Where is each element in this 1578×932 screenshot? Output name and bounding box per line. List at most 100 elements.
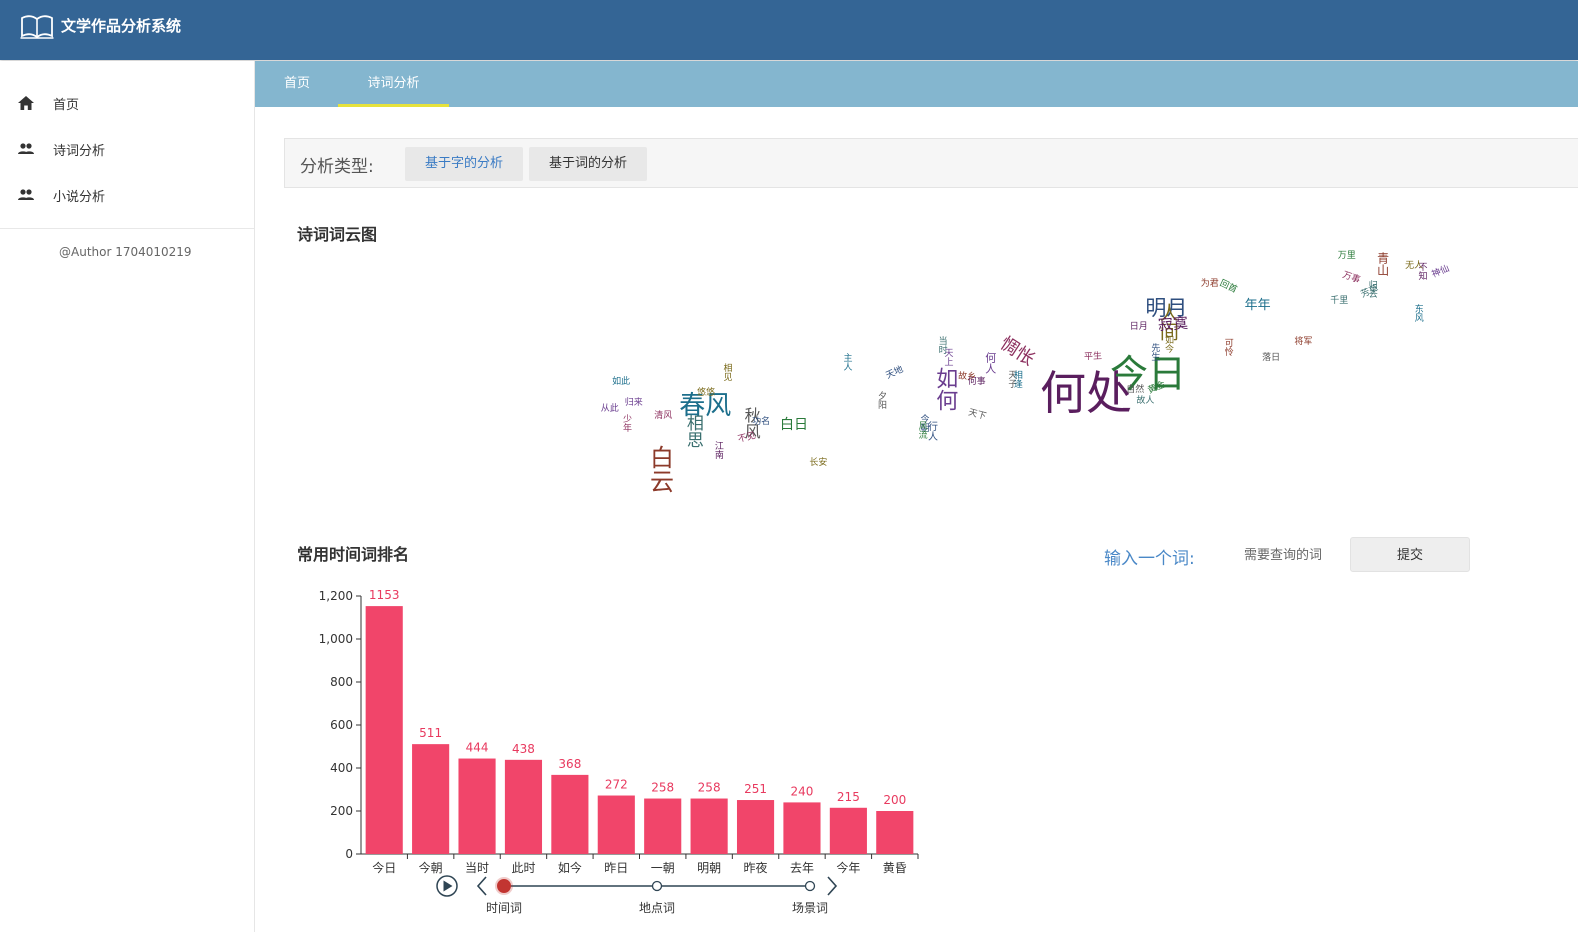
bar-value-label: 200 — [883, 793, 906, 807]
wordcloud-word: 日月 — [1129, 321, 1148, 332]
top-bar: 文学作品分析系统 — [0, 0, 1578, 60]
wordcloud-word: 白云 — [645, 445, 674, 494]
x-tick-label: 昨日 — [604, 861, 628, 875]
bar — [736, 800, 775, 854]
bar — [690, 798, 728, 854]
wordcloud-word: 功名 — [752, 417, 771, 428]
wordcloud-word: 故人 — [1136, 395, 1155, 406]
analysis-type-label: 分析类型: — [300, 157, 374, 177]
chart-title: 常用时间词排名 — [297, 545, 410, 564]
y-tick-label: 0 — [345, 847, 353, 861]
tab-bar: 首页 诗词分析 — [255, 61, 1578, 107]
wordcloud-word: 白日 — [780, 416, 809, 433]
wordcloud-word: 落日 — [1262, 352, 1281, 363]
wordcloud-word: 不见 — [737, 430, 757, 445]
wordcloud-word: 自然 — [1126, 384, 1145, 395]
bar — [551, 774, 589, 854]
bar — [597, 795, 635, 854]
x-tick-label: 黄昏 — [883, 861, 907, 875]
wordcloud-word: 将军 — [1294, 336, 1313, 347]
wordcloud-word: 天下 — [967, 407, 988, 423]
wordcloud-word: 年年 — [1244, 298, 1271, 314]
y-tick-label: 600 — [330, 718, 353, 732]
y-tick-label: 800 — [330, 675, 353, 689]
bar — [365, 606, 403, 854]
query-label: 输入一个词: — [1104, 549, 1195, 569]
sidebar-item-label: 诗词分析 — [53, 144, 106, 159]
word-analysis-button[interactable]: 基于词的分析 — [529, 147, 647, 181]
x-tick-label: 昨夜 — [744, 860, 768, 875]
wordcloud-word: 无人 — [1405, 260, 1424, 271]
char-analysis-button[interactable]: 基于字的分析 — [405, 147, 523, 181]
prev-icon[interactable] — [476, 876, 487, 896]
sidebar-item-home[interactable]: 首页 — [0, 83, 254, 123]
timeline-label: 时间词 — [486, 901, 522, 915]
users-icon — [18, 189, 34, 200]
bar-value-label: 272 — [605, 778, 628, 792]
sidebar-divider — [0, 228, 254, 229]
wordcloud-word: 天地 — [884, 364, 905, 382]
sidebar-item-poetry[interactable]: 诗词分析 — [0, 129, 254, 169]
wordcloud-word: 相逢 — [1011, 369, 1022, 388]
timeline-point[interactable] — [804, 880, 816, 892]
wordcloud-word: 青山 — [1375, 252, 1390, 276]
home-icon — [18, 96, 34, 110]
wordcloud-word: 长安 — [809, 458, 828, 469]
wordcloud-word: 从此 — [600, 403, 619, 414]
query-input[interactable] — [1234, 540, 1360, 570]
author-credit: @Author 1704010219 — [59, 245, 192, 259]
wordcloud-word: 天上 — [942, 347, 953, 366]
bar — [458, 758, 496, 854]
timeline-label: 地点词 — [639, 901, 675, 915]
bar-value-label: 1153 — [369, 588, 400, 602]
wordcloud-word: 万事 — [1340, 270, 1362, 287]
wordcloud-word: 东风 — [1412, 304, 1423, 323]
x-tick-label: 如今 — [558, 860, 582, 875]
wordcloud-word: 如此 — [612, 376, 631, 387]
word-cloud: 何处 今日 春风 白云 如何 明月 人间 惆怅 相思 秋风 寂寞 白日 年年 青山 何人 行人 悠悠 少年 故人 天子… — [540, 250, 1480, 500]
tab-home[interactable]: 首页 — [269, 61, 325, 107]
bar — [876, 811, 914, 854]
wordcloud-word: 何人 — [983, 352, 997, 375]
users-icon — [18, 143, 34, 154]
x-tick-label: 今朝 — [419, 860, 443, 875]
next-icon[interactable] — [827, 876, 838, 896]
wordcloud-word: 江南 — [712, 441, 723, 460]
sidebar: 首页 诗词分析 小说分析 @Author 1704010219 — [0, 61, 255, 932]
wordcloud-word: 主人 — [841, 353, 852, 372]
x-tick-label: 明朝 — [697, 861, 721, 875]
bar-value-label: 368 — [558, 757, 581, 771]
wordcloud-word: 可怜 — [1222, 337, 1233, 356]
wordcloud-word: 少年 — [620, 413, 631, 432]
wordcloud-word: 寂寞 — [1157, 313, 1189, 334]
wordcloud-word: 为君 — [1200, 278, 1219, 289]
book-icon — [20, 15, 54, 39]
wordcloud-word: 惆怅 — [996, 332, 1039, 371]
x-tick-label: 此时 — [511, 861, 535, 875]
sidebar-item-novel[interactable]: 小说分析 — [0, 175, 254, 215]
time-word-bar-chart: 0 200 400 600 800 1,000 1,200 1153 今日 511 今朝 444 当时 4… — [319, 588, 919, 915]
timeline-point[interactable] — [651, 880, 663, 892]
wordcloud-word: 夕阳 — [875, 391, 886, 410]
wordcloud-word: 风流 — [916, 421, 927, 440]
wordcloud-word: 相见 — [721, 362, 732, 381]
wordcloud-word: 故乡 — [957, 371, 977, 383]
tab-poetry-analysis[interactable]: 诗词分析 — [338, 61, 449, 107]
y-tick-label: 200 — [330, 804, 353, 818]
submit-button[interactable]: 提交 — [1350, 537, 1470, 572]
wordcloud-word: 万里 — [1337, 251, 1356, 261]
bar — [783, 802, 821, 854]
timeline-point[interactable] — [497, 879, 511, 893]
y-tick-label: 400 — [330, 761, 353, 775]
wordcloud-word: 芳草 — [1359, 283, 1380, 300]
bar — [504, 759, 543, 854]
bar-value-label: 511 — [419, 726, 442, 740]
bar-value-label: 215 — [837, 790, 860, 804]
wordcloud-word: 如何 — [932, 367, 958, 412]
x-tick-label: 去年 — [790, 861, 814, 875]
app-title: 文学作品分析系统 — [61, 17, 182, 35]
bar-value-label: 251 — [744, 782, 767, 796]
x-tick-label: 一朝 — [651, 861, 675, 875]
bar-value-label: 438 — [512, 742, 535, 756]
timeline-label: 场景词 — [792, 901, 828, 915]
